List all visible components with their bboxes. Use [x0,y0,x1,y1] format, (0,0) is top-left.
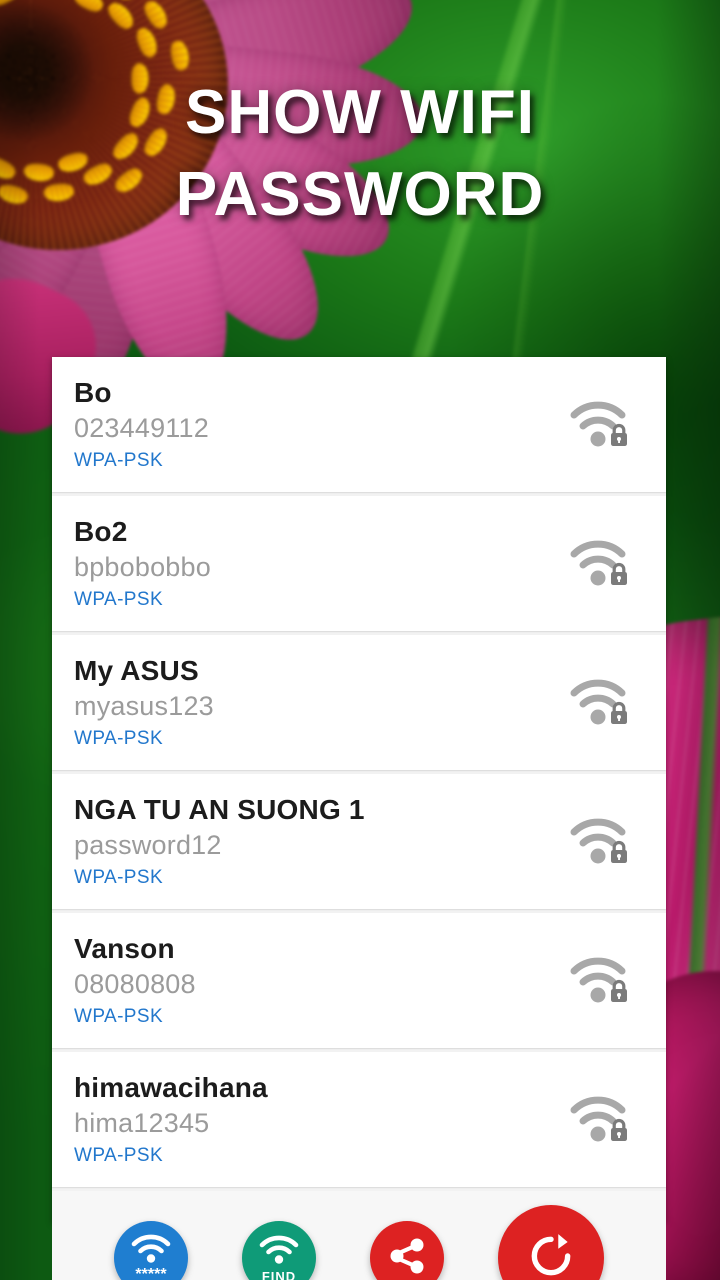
wifi-network-row[interactable]: Bo023449112 WPA-PSK [52,357,666,492]
wifi-lock-icon [570,954,632,1008]
wifi-security-type: WPA-PSK [74,450,644,472]
wifi-ssid: Bo2 [74,516,644,547]
wifi-security-type: WPA-PSK [74,589,644,611]
wifi-password: hima12345 [74,1106,644,1141]
wifi-lock-icon [570,398,632,452]
wifi-lock-icon [570,537,632,591]
wifi-security-type: WPA-PSK [74,728,644,750]
wifi-network-row[interactable]: Vanson08080808 WPA-PSK [52,913,666,1048]
wifi-password: 023449112 [74,411,644,446]
wifi-network-row[interactable]: My ASUSmyasus123 WPA-PSK [52,635,666,770]
wifi-ssid: NGA TU AN SUONG 1 [74,794,644,825]
wifi-ssid: himawacihana [74,1072,644,1103]
wifi-network-list[interactable]: Bo023449112WPA-PSKBo2bpbobobboWPA-PSKMy … [52,357,666,1191]
fab-caption: FIND [262,1270,296,1280]
wifi-password: bpbobobbo [74,550,644,585]
find-wifi-button[interactable]: FIND [242,1221,316,1280]
wifi-find-icon [259,1234,299,1269]
wifi-password: 08080808 [74,967,644,1002]
wifi-lock-icon [570,815,632,869]
refresh-icon [526,1231,576,1280]
page-title: SHOW WIFI PASSWORD [0,72,720,237]
wifi-lock-icon [570,1093,632,1147]
wifi-security-type: WPA-PSK [74,1145,644,1167]
wifi-security-type: WPA-PSK [74,867,644,889]
bottom-toolbar: ***** FIND [52,1191,666,1280]
wifi-network-row[interactable]: Bo2bpbobobbo WPA-PSK [52,496,666,631]
refresh-button[interactable] [498,1205,604,1280]
wifi-ssid: Bo [74,377,644,408]
wifi-security-type: WPA-PSK [74,1006,644,1028]
wifi-password-icon [131,1233,171,1268]
show-password-button[interactable]: ***** [114,1221,188,1280]
wifi-panel: Bo023449112WPA-PSKBo2bpbobobboWPA-PSKMy … [52,357,666,1222]
share-icon [385,1234,429,1280]
share-button[interactable] [370,1221,444,1280]
wifi-password: myasus123 [74,689,644,724]
wifi-ssid: Vanson [74,933,644,964]
wifi-password: password12 [74,828,644,863]
wifi-network-row[interactable]: himawacihanahima12345 WPA-PSK [52,1052,666,1187]
wifi-lock-icon [570,676,632,730]
fab-caption: ***** [135,1267,166,1280]
page-title-line-1: SHOW WIFI [0,72,720,154]
wifi-network-row[interactable]: NGA TU AN SUONG 1password12 WPA-PSK [52,774,666,909]
wifi-ssid: My ASUS [74,655,644,686]
page-title-line-2: PASSWORD [0,154,720,236]
